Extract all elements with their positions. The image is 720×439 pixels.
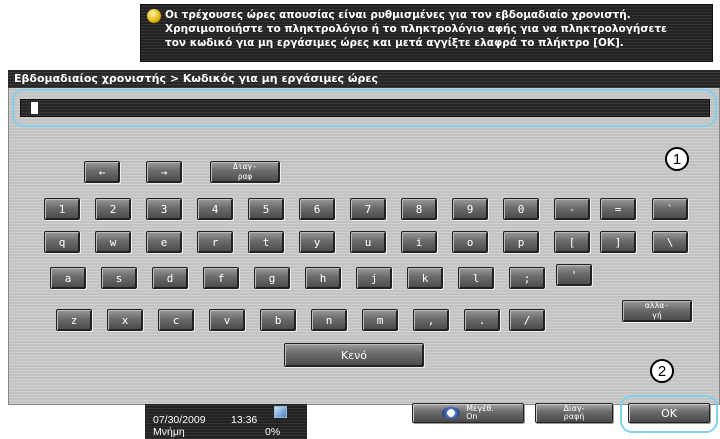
key-t[interactable]: t (248, 231, 284, 253)
key-y[interactable]: y (299, 231, 335, 253)
key-0[interactable]: 0 (503, 198, 539, 220)
text-cursor (31, 102, 38, 114)
key-6[interactable]: 6 (299, 198, 335, 220)
callout-2: 2 (650, 359, 674, 383)
key-j[interactable]: j (356, 267, 392, 289)
key-9[interactable]: 9 (452, 198, 488, 220)
key-l[interactable]: l (458, 267, 494, 289)
key-x[interactable]: x (107, 309, 143, 331)
message-line-3: τον κωδικό για μη εργάσιμες ώρες και μετ… (165, 37, 624, 49)
message-line-2: Χρησιμοποιήστε το πληκτρολόγιο ή το πληκ… (165, 23, 667, 35)
key-q[interactable]: q (44, 231, 80, 253)
message-line-1: Οι τρέχουσες ώρες απουσίας είναι ρυθμισμ… (165, 9, 631, 21)
key-4[interactable]: 4 (197, 198, 233, 220)
key-backslash[interactable]: \ (652, 231, 688, 253)
password-input[interactable] (20, 99, 710, 117)
space-key[interactable]: Κενό (284, 343, 424, 367)
cursor-right-key[interactable]: → (146, 161, 182, 183)
key-5[interactable]: 5 (248, 198, 284, 220)
delete-button[interactable]: Διαγ-ραφή (535, 403, 613, 423)
key-bracket-left[interactable]: [ (554, 231, 590, 253)
cursor-left-key[interactable]: ← (84, 161, 120, 183)
memory-label: Μνήμη (153, 426, 185, 438)
key-slash[interactable]: / (509, 309, 545, 331)
memory-value: 0% (265, 426, 281, 438)
key-b[interactable]: b (260, 309, 296, 331)
key-i[interactable]: i (401, 231, 437, 253)
arrow-left-icon: ← (98, 165, 106, 179)
key-s[interactable]: s (101, 267, 137, 289)
arrow-right-icon: → (160, 165, 168, 179)
key-p[interactable]: p (503, 231, 539, 253)
ok-button[interactable]: OK (628, 403, 710, 423)
key-g[interactable]: g (254, 267, 290, 289)
status-time: 13:36 (231, 414, 258, 426)
key-2[interactable]: 2 (95, 198, 131, 220)
key-v[interactable]: v (209, 309, 245, 331)
key-8[interactable]: 8 (401, 198, 437, 220)
key-f[interactable]: f (203, 267, 239, 289)
delete-key[interactable]: Διαγ-ραφ (210, 161, 280, 183)
delete-key-label-2: ραφ (237, 172, 253, 181)
key-k[interactable]: k (407, 267, 443, 289)
enlarge-display-button[interactable]: Μεγέθ. On (412, 403, 524, 423)
change-layout-key[interactable]: αλλα-γή (622, 300, 692, 322)
page-title: Εβδομαδιαίος χρονιστής > Κωδικός για μη … (14, 72, 378, 85)
change-key-label-2: γή (652, 311, 662, 320)
key-o[interactable]: o (452, 231, 488, 253)
key-c[interactable]: c (158, 309, 194, 331)
key-h[interactable]: h (305, 267, 341, 289)
change-key-label-1: αλλα- (644, 301, 670, 310)
key-apostrophe[interactable]: ' (556, 264, 592, 286)
key-n[interactable]: n (311, 309, 347, 331)
key-z[interactable]: z (56, 309, 92, 331)
key-period[interactable]: . (464, 309, 500, 331)
delete-button-label-2: ραφή (563, 412, 585, 421)
delete-key-label-1: Διαγ- (232, 162, 258, 171)
key-semicolon[interactable]: ; (509, 267, 545, 289)
key-equals[interactable]: = (600, 198, 636, 220)
key-a[interactable]: a (50, 267, 86, 289)
network-status-icon (274, 406, 287, 418)
key-w[interactable]: w (95, 231, 131, 253)
key-comma[interactable]: , (413, 309, 449, 331)
info-bulb-icon (147, 9, 161, 23)
enlarge-label-2: On (466, 412, 478, 421)
key-d[interactable]: d (152, 267, 188, 289)
key-e[interactable]: e (146, 231, 182, 253)
magnifier-icon (442, 407, 461, 419)
callout-1: 1 (665, 147, 689, 171)
key-u[interactable]: u (350, 231, 386, 253)
key-r[interactable]: r (197, 231, 233, 253)
key-m[interactable]: m (362, 309, 398, 331)
key-backtick[interactable]: ` (652, 198, 688, 220)
key-7[interactable]: 7 (350, 198, 386, 220)
key-bracket-right[interactable]: ] (600, 231, 636, 253)
key-minus[interactable]: - (554, 198, 590, 220)
key-3[interactable]: 3 (146, 198, 182, 220)
key-1[interactable]: 1 (44, 198, 80, 220)
status-date: 07/30/2009 (153, 414, 206, 426)
